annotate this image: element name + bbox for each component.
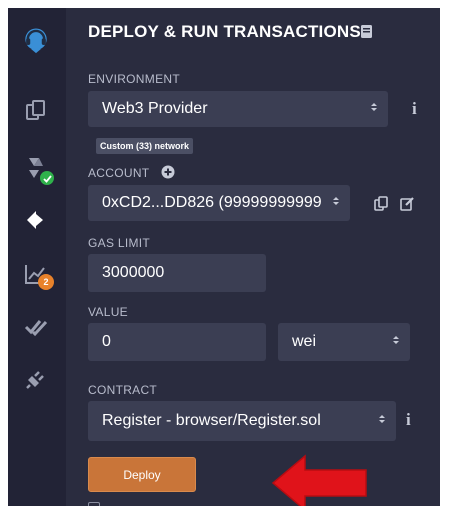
- value-input[interactable]: 0: [88, 323, 266, 361]
- file-explorer-icon[interactable]: [22, 96, 50, 124]
- compile-success-badge: [40, 171, 54, 185]
- book-icon[interactable]: [360, 24, 373, 44]
- environment-label: ENVIRONMENT: [88, 72, 180, 86]
- contract-label: CONTRACT: [88, 383, 158, 397]
- gas-limit-label: GAS LIMIT: [88, 236, 151, 250]
- deploy-run-icon[interactable]: [22, 206, 50, 234]
- annotation-arrow-icon: [271, 454, 369, 506]
- copy-icon[interactable]: [374, 196, 388, 216]
- environment-info-icon[interactable]: i: [412, 99, 417, 119]
- solidity-compiler-icon[interactable]: [22, 155, 54, 185]
- icon-sidebar: 2: [8, 8, 66, 506]
- select-arrows-icon: [370, 100, 378, 118]
- analysis-count-badge: 2: [38, 274, 54, 290]
- contract-select[interactable]: Register - browser/Register.sol: [88, 401, 396, 441]
- select-arrows-icon: [332, 194, 340, 212]
- environment-select[interactable]: Web3 Provider: [88, 91, 388, 127]
- deploy-run-panel: DEPLOY & RUN TRANSACTIONS ENVIRONMENT We…: [66, 8, 440, 506]
- remix-window: 2 DEPLOY & RUN TRANSACTIONS ENVIRONMENT …: [8, 8, 440, 506]
- value-amount: 0: [102, 333, 111, 350]
- value-label: VALUE: [88, 305, 128, 319]
- select-arrows-icon: [378, 412, 386, 430]
- verify-check-icon[interactable]: [22, 313, 50, 341]
- value-unit: wei: [292, 333, 317, 350]
- gas-limit-input[interactable]: 3000000: [88, 254, 266, 292]
- network-tag: Custom (33) network: [96, 138, 194, 154]
- account-label: ACCOUNT: [88, 166, 150, 180]
- account-value: 0xCD2...DD826 (99999999999: [102, 194, 322, 211]
- deploy-button[interactable]: Deploy: [88, 457, 196, 492]
- contract-info-icon[interactable]: i: [406, 410, 411, 430]
- contract-value: Register - browser/Register.sol: [102, 412, 321, 429]
- edit-icon[interactable]: [400, 196, 415, 216]
- panel-title: DEPLOY & RUN TRANSACTIONS: [88, 22, 361, 41]
- analysis-icon[interactable]: 2: [22, 260, 54, 290]
- value-unit-select[interactable]: wei: [278, 323, 410, 361]
- gas-limit-value: 3000000: [102, 264, 165, 281]
- plugin-icon[interactable]: [22, 365, 50, 393]
- account-select[interactable]: 0xCD2...DD826 (99999999999: [88, 185, 350, 221]
- publish-checkbox[interactable]: [88, 502, 100, 506]
- remix-logo-icon[interactable]: [22, 26, 50, 54]
- environment-value: Web3 Provider: [102, 100, 208, 117]
- select-arrows-icon: [392, 333, 400, 351]
- add-account-icon[interactable]: [161, 165, 175, 184]
